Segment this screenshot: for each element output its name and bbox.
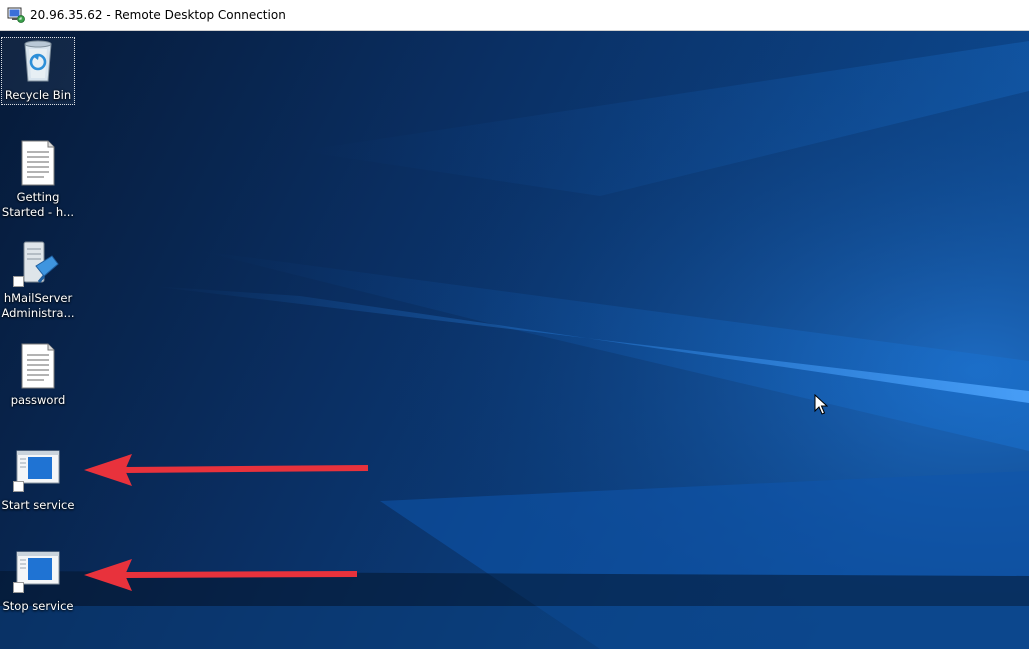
shortcut-arrow-icon xyxy=(13,582,24,593)
shortcut-arrow-icon xyxy=(13,276,24,287)
desktop-icon-recycle-bin[interactable]: Recycle Bin xyxy=(1,37,75,105)
mouse-cursor-icon xyxy=(814,394,828,415)
desktop-icon-label: Stop service xyxy=(2,599,74,613)
desktop-icon-password[interactable]: password xyxy=(1,342,75,408)
shortcut-arrow-icon xyxy=(13,481,24,492)
window-title: 20.96.35.62 - Remote Desktop Connection xyxy=(30,8,286,22)
desktop-icon-getting-started[interactable]: Getting Started - h... xyxy=(1,139,75,220)
desktop-icon-hmailserver[interactable]: hMailServer Administra... xyxy=(1,240,75,321)
desktop-icon-label: password xyxy=(10,393,66,407)
desktop-icon-label: hMailServer Administra... xyxy=(1,291,75,320)
desktop-icon-label: Getting Started - h... xyxy=(1,190,75,219)
recycle-bin-icon xyxy=(24,40,52,82)
text-document-icon xyxy=(21,140,55,186)
desktop-icon-stop-service[interactable]: Stop service xyxy=(1,548,75,614)
remote-desktop-icon xyxy=(7,7,25,23)
desktop-icon-label: Recycle Bin xyxy=(4,88,72,102)
desktop-icon-start-service[interactable]: Start service xyxy=(1,447,75,513)
windows-10-wallpaper xyxy=(0,31,1029,649)
window-title-bar[interactable]: 20.96.35.62 - Remote Desktop Connection xyxy=(0,0,1029,31)
desktop-icon-label: Start service xyxy=(1,498,75,512)
text-document-icon xyxy=(21,343,55,389)
desktop[interactable]: Recycle Bin Getting Started - h... hMail… xyxy=(0,31,1029,649)
